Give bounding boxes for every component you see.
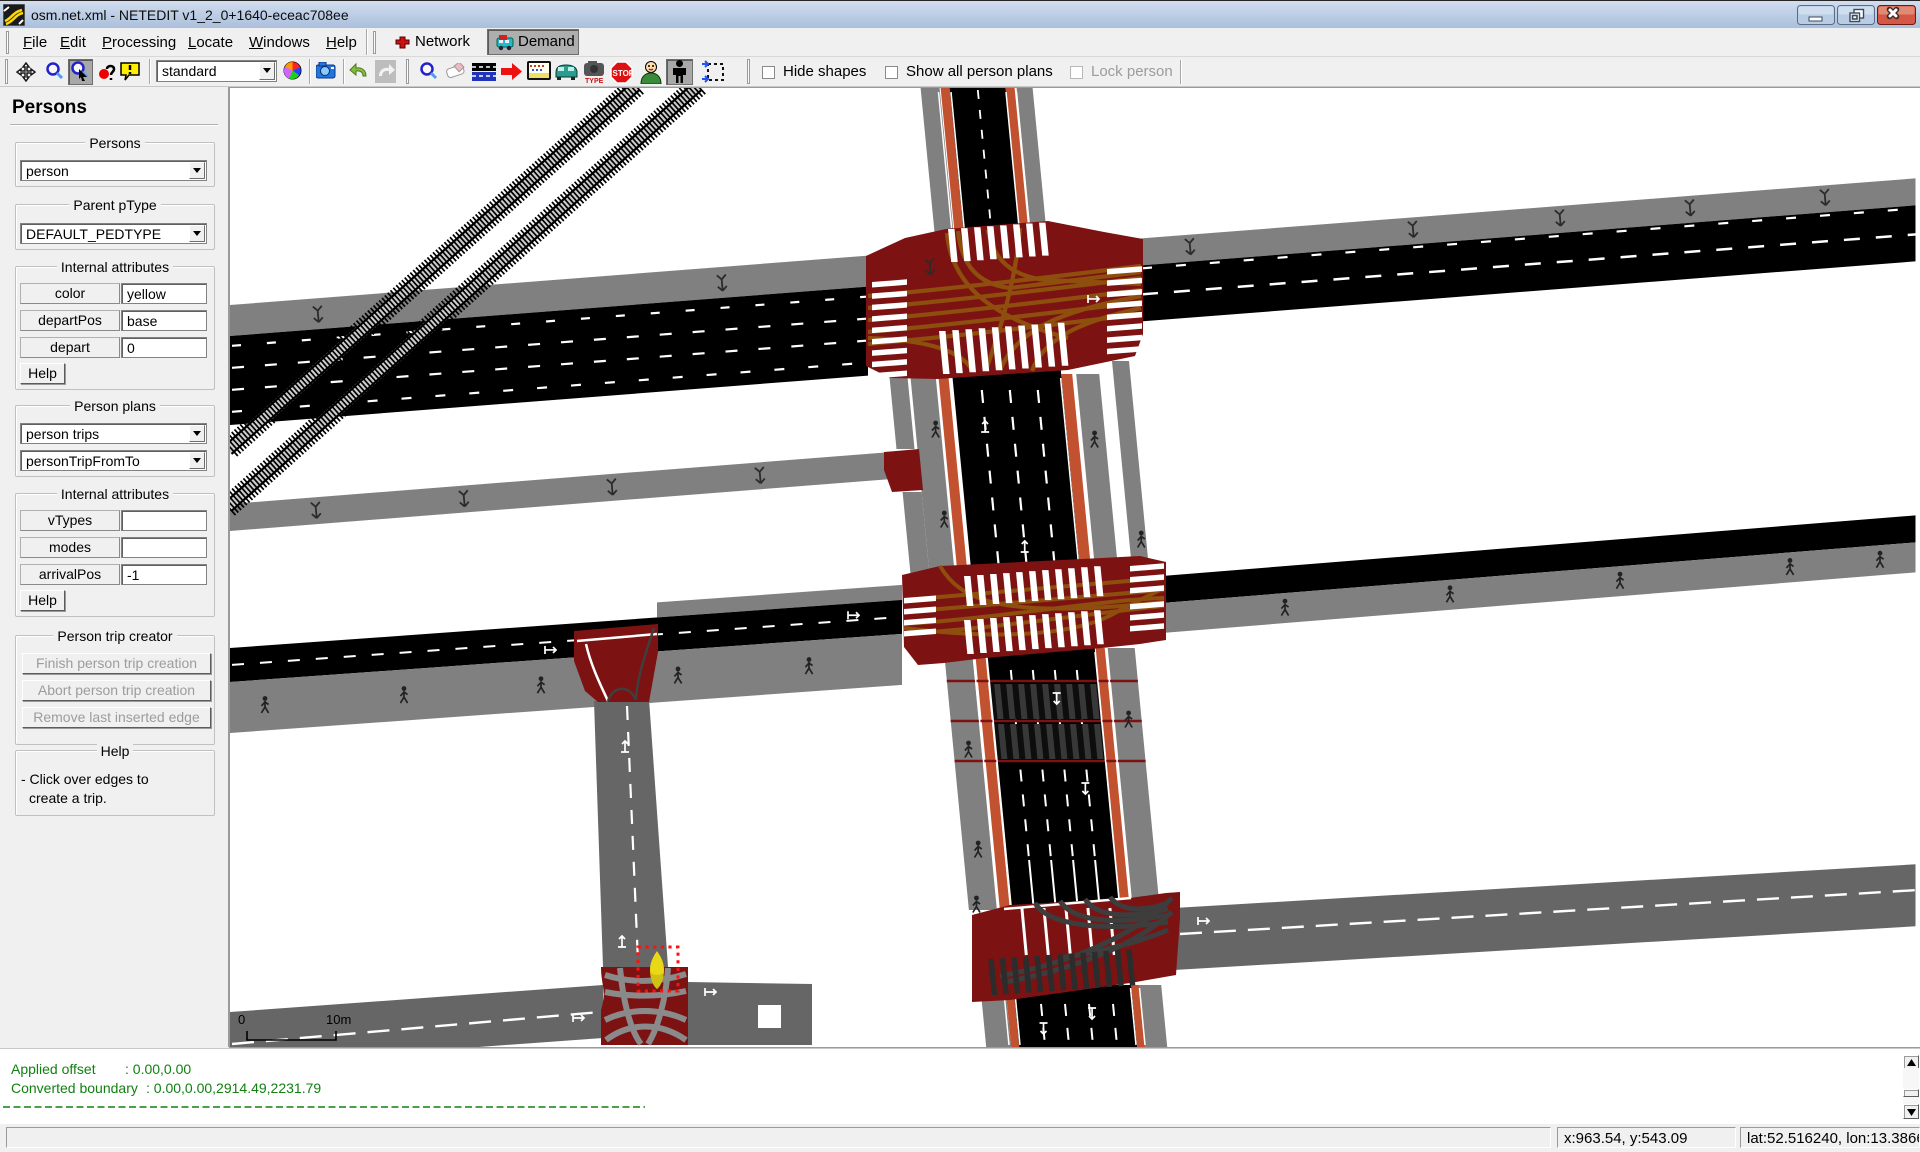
svg-text:STOP: STOP [613, 69, 634, 78]
svg-text:TYPE: TYPE [585, 78, 604, 84]
svg-text:0: 0 [238, 1012, 245, 1027]
svg-text:10m: 10m [326, 1012, 351, 1027]
